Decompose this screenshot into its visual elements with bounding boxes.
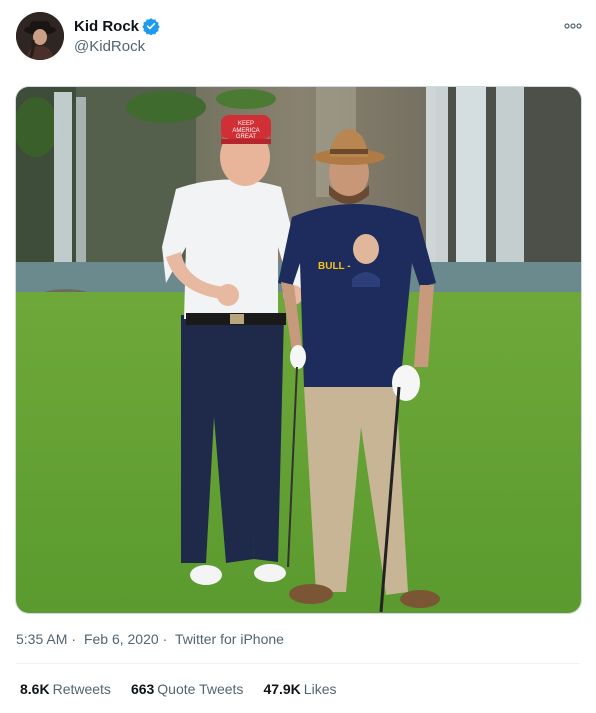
more-options-icon[interactable] [562, 16, 584, 36]
divider [16, 663, 580, 664]
retweets-label: Retweets [52, 681, 111, 697]
svg-text:KEEP: KEEP [238, 121, 254, 127]
meta-separator: · [162, 631, 168, 647]
tweet-source[interactable]: Twitter for iPhone [175, 631, 284, 647]
tweet-stats: 8.6K Retweets 663 Quote Tweets 47.9K Likes [20, 681, 336, 697]
likes-label: Likes [303, 681, 337, 697]
likes-stat[interactable]: 47.9K Likes [263, 681, 336, 697]
quote-tweets-stat[interactable]: 663 Quote Tweets [131, 681, 244, 697]
display-name[interactable]: Kid Rock [74, 18, 139, 35]
quote-tweets-count: 663 [130, 681, 155, 697]
handle[interactable]: @KidRock [74, 38, 160, 55]
meta-separator: · [71, 631, 77, 647]
svg-text:BULL -: BULL - [318, 261, 351, 272]
tweet-photo[interactable]: KEEP AMERICA GREAT BULL - [15, 86, 582, 614]
retweets-stat[interactable]: 8.6K Retweets [20, 681, 111, 697]
retweets-count: 8.6K [20, 681, 50, 697]
tweet-meta: 5:35 AM · Feb 6, 2020 · Twitter for iPhone [16, 631, 288, 647]
tweet-date[interactable]: Feb 6, 2020 [84, 631, 159, 647]
author-names: Kid Rock @KidRock [74, 16, 160, 55]
display-name-row[interactable]: Kid Rock [74, 16, 160, 36]
verified-badge-icon [142, 17, 160, 36]
tweet-header: Kid Rock @KidRock [16, 12, 584, 62]
tweet-time[interactable]: 5:35 AM [16, 631, 67, 647]
quote-tweets-label: Quote Tweets [157, 681, 244, 697]
avatar[interactable] [16, 12, 64, 60]
tweet: Kid Rock @KidRock KEEP AMERICA GREAT BUL… [0, 0, 596, 713]
likes-count: 47.9K [263, 681, 301, 697]
